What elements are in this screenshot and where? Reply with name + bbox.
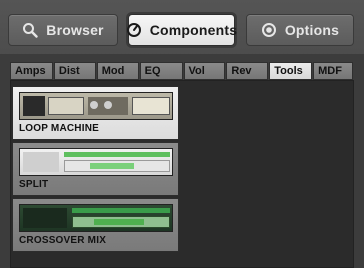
crossover-mix-thumbnail [19,204,173,232]
component-label: LOOP MACHINE [19,123,99,134]
search-icon [22,22,38,38]
component-crossover-mix[interactable]: CROSSOVER MIX [12,198,179,252]
tab-rev[interactable]: Rev [226,62,269,80]
dial-icon [126,22,142,38]
component-list: LOOP MACHINE SPLIT CROSSOVER MIX [10,80,354,268]
options-button[interactable]: Options [246,14,354,46]
component-label: SPLIT [19,179,49,190]
browser-button[interactable]: Browser [8,14,118,46]
components-button[interactable]: Components [121,3,242,57]
tab-mod[interactable]: Mod [96,62,139,80]
loop-machine-thumbnail [19,92,173,120]
component-loop-machine[interactable]: LOOP MACHINE [12,86,179,140]
component-label: CROSSOVER MIX [19,235,107,246]
tab-amps[interactable]: Amps [10,62,53,80]
components-panel: Amps Dist Mod EQ Vol Rev Tools MDF LOOP … [0,54,364,268]
tab-dist[interactable]: Dist [53,62,96,80]
category-tabs: Amps Dist Mod EQ Vol Rev Tools MDF [10,62,354,80]
tab-vol[interactable]: Vol [183,62,226,80]
radio-icon [261,22,277,38]
component-split[interactable]: SPLIT [12,142,179,196]
tab-eq[interactable]: EQ [139,62,183,80]
components-label: Components [149,22,238,38]
tab-mdf[interactable]: MDF [313,62,353,80]
split-thumbnail [19,148,173,176]
browser-label: Browser [46,22,104,38]
top-nav: Browser Components Options [0,0,364,58]
tab-tools[interactable]: Tools [269,62,313,80]
options-label: Options [284,22,340,38]
